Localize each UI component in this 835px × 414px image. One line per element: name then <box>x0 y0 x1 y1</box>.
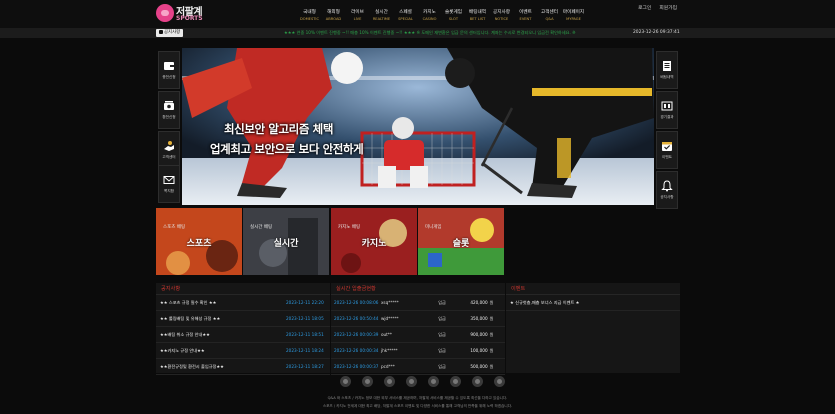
table-row: 2023-12-26 00:00:34 jhk***** 입금 100,000 원 <box>331 343 505 359</box>
notice-ticker: 공지사항 ★★★ 연중 10% 이벤트 진행중 ~!! 매충 10% 이벤트 진… <box>0 28 835 38</box>
tile-realtime-title: 실시간 <box>273 239 299 249</box>
tile-realtime[interactable]: 실시간 배팅 실시간 <box>243 208 329 275</box>
cash-icon <box>164 101 174 110</box>
nav-slot[interactable]: 슬롯게임 SLOT <box>442 10 465 28</box>
table-row: 2023-12-26 00:50:44 wjd***** 입금 350,000 원 <box>331 311 505 327</box>
nav-mypage[interactable]: 마이페이지 MYPAGE <box>562 10 585 28</box>
main-nav: 국내형 DOMESTIC 해외형 ABROAD 라이브 LIVE 실시간 REALTIM… <box>298 10 586 28</box>
notice-badge[interactable]: 공지사항 <box>156 29 184 37</box>
nav-event[interactable]: 이벤트 EVENT <box>514 10 537 28</box>
document-icon <box>663 61 671 71</box>
tile-casino[interactable]: 카지노 배팅 카지노 <box>331 208 417 275</box>
envelope-icon <box>163 176 175 184</box>
tile-sports-sub: 스포츠 배팅 <box>163 225 186 230</box>
partner-logo-icon <box>362 376 373 387</box>
nav-bet-list[interactable]: 배팅내역 BET LIST <box>466 10 489 28</box>
nav-realtime[interactable]: 실시간 REALTIME <box>370 10 393 28</box>
deposit-status-panel: 실시간 입출금현황 2023-12-26 00:08:06 xsq***** 입금 4… <box>331 283 505 375</box>
tile-casino-title: 카지노 <box>361 239 387 249</box>
table-row: 2023-12-26 00:00:39 out** 입금 900,000 원 <box>331 327 505 343</box>
tile-sports-title: 스포츠 <box>186 239 212 249</box>
event-panel: 이벤트 ★ 신규첫충,매충 보너스 지급 이벤트 ★ <box>506 283 680 373</box>
event-panel-title: 이벤트 <box>506 283 680 295</box>
signup-link[interactable]: 회원가입 <box>659 4 677 11</box>
partner-logo-icon <box>472 376 483 387</box>
partner-logo-icon <box>384 376 395 387</box>
table-row[interactable]: ★★카지노 규정 안내★★ 2023-12-11 18:24 <box>156 343 330 359</box>
partner-logo-icon <box>406 376 417 387</box>
pig-logo-icon <box>156 4 174 22</box>
message-box-button[interactable]: 쪽지함 <box>158 165 180 203</box>
table-row[interactable]: ★★환전규정및 환전시 출입규정★★ 2023-12-11 18:27 <box>156 359 330 375</box>
top-links: 로그인 회원가입 <box>638 4 677 11</box>
bet-history-button[interactable]: 배팅내역 <box>656 51 678 89</box>
list-item[interactable]: ★ 신규첫충,매충 보너스 지급 이벤트 ★ <box>506 295 680 311</box>
withdraw-request-button[interactable]: 환전신청 <box>158 91 180 129</box>
clock: 2023-12-26 09:37:41 <box>633 30 680 35</box>
tile-sports[interactable]: 스포츠 배팅 스포츠 <box>156 208 242 275</box>
ticker-text: ★★★ 연중 10% 이벤트 진행중 ~!! 매충 10% 이벤트 진행중 ~!… <box>284 30 576 35</box>
tile-casino-sub: 카지노 배팅 <box>338 225 361 230</box>
hero-banner[interactable]: 최신보안 알고리즘 체택 업계최고 보안으로 보다 안전하게 <box>182 48 654 205</box>
tile-realtime-sub: 실시간 배팅 <box>250 225 273 230</box>
brand-sub: SPORTS <box>176 15 203 22</box>
banner-line-1: 최신보안 알고리즘 체택 <box>224 122 334 136</box>
notice-button[interactable]: 공지사항 <box>656 171 678 209</box>
partner-logo-icon <box>450 376 461 387</box>
tile-slot[interactable]: 미니게임 슬롯 <box>418 208 504 275</box>
nav-live[interactable]: 라이브 LIVE <box>346 10 369 28</box>
footer-line-2: 스포츠 / 카지노 전세계 대한 최고 배당, 저팔계 스포츠 이벤트 및 다양… <box>322 404 513 408</box>
table-row: 2023-12-26 00:08:06 xsq***** 입금 420,000 원 <box>331 295 505 311</box>
wallet-icon <box>164 62 174 70</box>
banner-line-2: 업계최고 보안으로 보다 안전하게 <box>210 142 364 156</box>
table-row: 2023-12-26 00:00:37 pcd*** 입금 500,000 원 <box>331 359 505 375</box>
nav-special[interactable]: 스페셜 SPECIAL <box>394 10 417 28</box>
footer-line-1: Q&A 와 스포츠 / 카지노 정보 대한 외부 서비스를 제공하며, 저팔계 … <box>327 396 508 400</box>
event-button[interactable]: 이벤트 <box>656 131 678 169</box>
partner-logo-icon <box>340 376 351 387</box>
deposit-request-button[interactable]: 충전신청 <box>158 51 180 89</box>
tile-slot-title: 슬롯 <box>452 239 470 249</box>
support-hand-icon <box>164 141 174 151</box>
tile-slot-sub: 미니게임 <box>425 225 442 230</box>
header: 저팔계 SPORTS 국내형 DOMESTIC 해외형 ABROAD 라이브 LIVE… <box>0 0 835 28</box>
table-row[interactable]: ★★ 스포츠 규정 필수 확인 ★★ 2023-12-11 22:20 <box>156 295 330 311</box>
deposit-panel-title: 실시간 입출금현황 <box>331 283 505 295</box>
partner-logo-icon <box>494 376 505 387</box>
table-row[interactable]: ★★배팅 취소 규정 안내★★ 2023-12-11 18:51 <box>156 327 330 343</box>
megaphone-icon <box>159 29 163 34</box>
nav-notice[interactable]: 공지사항 NOTICE <box>490 10 513 28</box>
scoreboard-icon <box>661 101 673 111</box>
banner-headline: 최신보안 알고리즘 체택 업계최고 보안으로 보다 안전하게 <box>210 121 364 157</box>
partner-logo-icon <box>428 376 439 387</box>
calendar-check-icon <box>662 142 672 151</box>
nav-domestic[interactable]: 국내형 DOMESTIC <box>298 10 321 28</box>
bell-icon <box>661 180 673 192</box>
login-link[interactable]: 로그인 <box>638 4 651 11</box>
table-row[interactable]: ★★ 롤링배팅 및 유해성 규정 ★★ 2023-12-11 18:05 <box>156 311 330 327</box>
customer-center-button[interactable]: 고객센터 <box>158 131 180 169</box>
site-logo[interactable]: 저팔계 SPORTS <box>156 3 206 25</box>
nav-abroad[interactable]: 해외형 ABROAD <box>322 10 345 28</box>
nav-casino[interactable]: 카지노 CASINO <box>418 10 441 28</box>
notice-panel: 공지사항 ★★ 스포츠 규정 필수 확인 ★★ 2023-12-11 22:20 … <box>156 283 330 375</box>
game-results-button[interactable]: 경기결과 <box>656 91 678 129</box>
nav-qna[interactable]: 고객센터 Q&A <box>538 10 561 28</box>
partner-logos <box>340 376 505 387</box>
notice-panel-title: 공지사항 <box>156 283 330 295</box>
